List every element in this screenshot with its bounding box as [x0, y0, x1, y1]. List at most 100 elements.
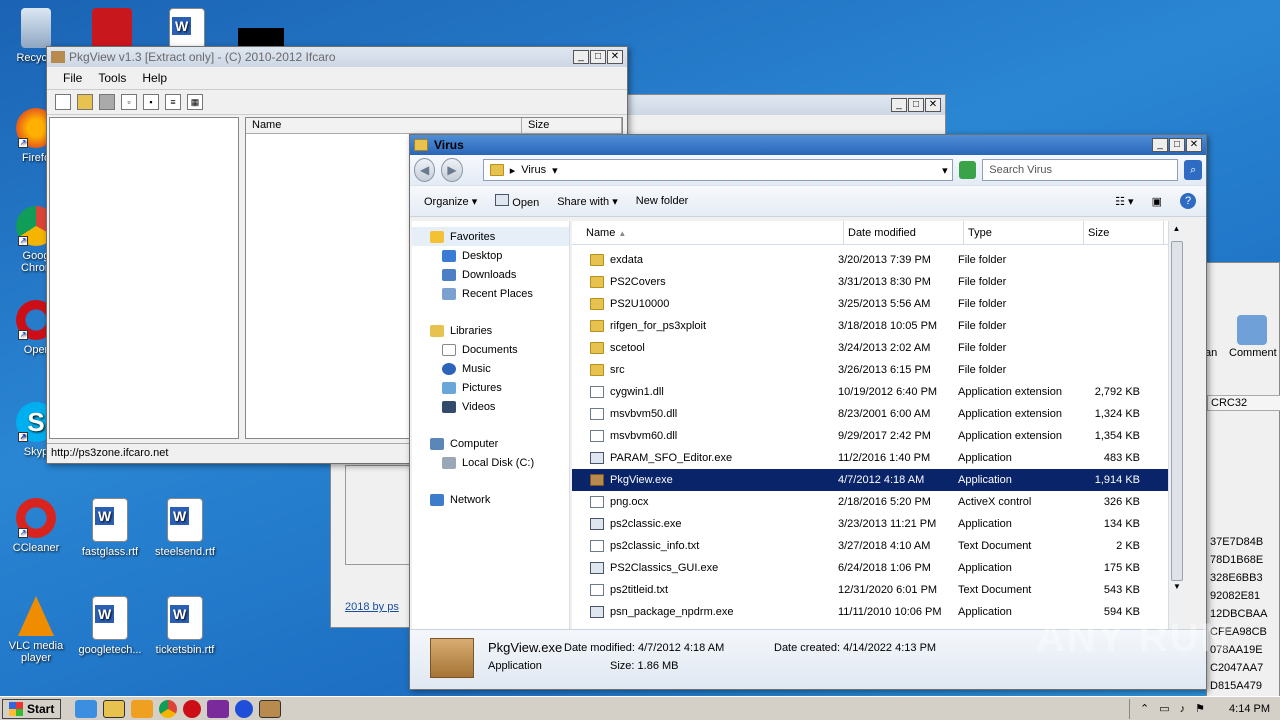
nav-desktop[interactable]: Desktop [412, 246, 569, 265]
share-with-button[interactable]: Share with ▾ [557, 195, 618, 208]
preview-pane-icon[interactable]: ▣ [1152, 195, 1162, 208]
vertical-scrollbar[interactable]: ▲ ▼ [1168, 221, 1184, 631]
minimize-button[interactable]: _ [573, 50, 589, 64]
package-icon [430, 638, 474, 678]
network-tray-icon[interactable]: ▭ [1159, 702, 1169, 715]
menu-tools[interactable]: Tools [90, 71, 134, 85]
new-folder-button[interactable]: New folder [636, 195, 689, 207]
blue-app-icon[interactable] [235, 699, 254, 718]
menu-help[interactable]: Help [134, 71, 175, 85]
chrome-taskbar-icon[interactable] [159, 699, 178, 718]
maximize-button[interactable]: □ [1169, 138, 1185, 152]
address-segment[interactable]: Virus [521, 164, 546, 176]
forward-button[interactable]: ▶ [441, 158, 463, 182]
file-row[interactable]: PS2Classics_GUI.exe 6/24/2018 1:06 PM Appl… [572, 557, 1184, 579]
organize-button[interactable]: Organize ▾ [424, 195, 477, 208]
address-bar[interactable]: ▸ Virus ▾ ▾ [482, 159, 953, 181]
file-row[interactable]: msvbvm60.dll 9/29/2017 2:42 PM Application… [572, 425, 1184, 447]
media-player-icon[interactable] [131, 699, 154, 718]
file-type: File folder [958, 276, 1007, 288]
nav-computer[interactable]: Computer [412, 434, 569, 453]
googletech-doc-icon[interactable]: googletech... [78, 596, 142, 656]
file-row[interactable]: ps2titleid.txt 12/31/2020 6:01 PM Text Doc… [572, 579, 1184, 601]
col-size[interactable]: Size [522, 118, 622, 133]
search-icon[interactable]: ⌕ [1184, 160, 1202, 180]
fastglass-doc-icon[interactable]: fastglass.rtf [78, 498, 142, 558]
column-size[interactable]: Size [1084, 221, 1164, 244]
file-row[interactable]: PS2Covers 3/31/2013 8:30 PM File folder [572, 271, 1184, 293]
address-dropdown-icon[interactable]: ▾ [942, 164, 948, 177]
close-button[interactable]: ✕ [607, 50, 623, 64]
help-icon[interactable]: ? [1180, 193, 1196, 209]
file-row[interactable]: ps2classic.exe 3/23/2013 11:21 PM Applicat… [572, 513, 1184, 535]
scroll-down-icon[interactable]: ▼ [1169, 579, 1184, 595]
column-name[interactable]: Name ▲ [572, 221, 844, 244]
refresh-icon[interactable] [958, 161, 977, 179]
file-row[interactable]: PS2U10000 3/25/2013 5:56 AM File folder [572, 293, 1184, 315]
explorer-window[interactable]: Virus _ □ ✕ ◀ ▶ ▸ Virus ▾ ▾ Search Virus… [409, 134, 1207, 690]
navigation-pane[interactable]: Favorites Desktop Downloads Recent Place… [412, 221, 570, 629]
file-row[interactable]: rifgen_for_ps3xploit 3/18/2018 10:05 PM Fi… [572, 315, 1184, 337]
clock[interactable]: 4:14 PM [1229, 703, 1270, 715]
list-view-icon[interactable]: ≡ [165, 94, 181, 110]
small-icons-icon[interactable]: ▪ [143, 94, 159, 110]
nav-pictures[interactable]: Pictures [412, 378, 569, 397]
nav-local-disk[interactable]: Local Disk (C:) [412, 453, 569, 472]
new-icon[interactable] [55, 94, 71, 110]
nav-music[interactable]: Music [412, 359, 569, 378]
large-icons-icon[interactable]: ▫ [121, 94, 137, 110]
volume-icon[interactable]: ♪ [1180, 703, 1186, 715]
file-row[interactable]: PARAM_SFO_Editor.exe 11/2/2016 1:40 PM App… [572, 447, 1184, 469]
col-name[interactable]: Name [246, 118, 522, 133]
menu-file[interactable]: File [55, 71, 90, 85]
file-row[interactable]: cygwin1.dll 10/19/2012 6:40 PM Application… [572, 381, 1184, 403]
nav-videos[interactable]: Videos [412, 397, 569, 416]
start-button[interactable]: Start [2, 698, 62, 719]
column-date-modified[interactable]: Date modified [844, 221, 964, 244]
file-row[interactable]: src 3/26/2013 6:15 PM File folder [572, 359, 1184, 381]
nav-network[interactable]: Network [412, 490, 569, 509]
scroll-thumb[interactable] [1171, 241, 1183, 581]
winrar-icon[interactable] [207, 699, 230, 718]
file-row[interactable]: png.ocx 2/18/2016 5:20 PM ActiveX control 3… [572, 491, 1184, 513]
nav-downloads[interactable]: Downloads [412, 265, 569, 284]
nav-favorites[interactable]: Favorites [412, 227, 569, 246]
steelsend-doc-icon[interactable]: steelsend.rtf [153, 498, 217, 558]
tray-expand-icon[interactable]: ⌃ [1140, 702, 1149, 715]
flag-icon[interactable]: ⚑ [1195, 702, 1205, 715]
nav-documents[interactable]: Documents [412, 340, 569, 359]
details-view-icon[interactable]: ▦ [187, 94, 203, 110]
search-input[interactable]: Search Virus [982, 159, 1179, 181]
file-list-area[interactable]: Name ▲ Date modified Type Size exdata 3/2… [572, 221, 1184, 631]
close-button[interactable]: ✕ [1186, 138, 1202, 152]
pkgview-taskbar-icon[interactable] [259, 699, 282, 718]
file-row[interactable]: ps2classic_info.txt 3/27/2018 4:10 AM Text… [572, 535, 1184, 557]
ccleaner-icon[interactable]: ↗ CCleaner [4, 498, 68, 554]
nav-libraries[interactable]: Libraries [412, 321, 569, 340]
ticketsbin-doc-icon[interactable]: ticketsbin.rtf [153, 596, 217, 656]
scroll-up-icon[interactable]: ▲ [1169, 221, 1184, 237]
pkgview-tree-pane[interactable] [49, 117, 239, 439]
maximize-button[interactable]: □ [590, 50, 606, 64]
file-row[interactable]: PkgView.exe 4/7/2012 4:18 AM Application 1,… [572, 469, 1170, 491]
minimize-button[interactable]: _ [1152, 138, 1168, 152]
open-folder-icon[interactable] [77, 94, 93, 110]
file-row[interactable]: exdata 3/20/2013 7:39 PM File folder [572, 249, 1184, 271]
maximize-button[interactable]: □ [908, 98, 924, 112]
column-type[interactable]: Type [964, 221, 1084, 244]
ie-icon[interactable] [75, 699, 98, 718]
open-button[interactable]: Open [495, 193, 539, 209]
file-row[interactable]: scetool 3/24/2013 2:02 AM File folder [572, 337, 1184, 359]
file-row[interactable]: msvbvm50.dll 8/23/2001 6:00 AM Application… [572, 403, 1184, 425]
save-icon[interactable] [99, 94, 115, 110]
footer-link[interactable]: 2018 by ps [345, 601, 399, 613]
minimize-button[interactable]: _ [891, 98, 907, 112]
opera-taskbar-icon[interactable] [183, 699, 202, 718]
vlc-icon[interactable]: VLC media player [4, 596, 68, 664]
nav-recent-places[interactable]: Recent Places [412, 284, 569, 303]
chevron-down-icon[interactable]: ▾ [552, 164, 558, 177]
back-button[interactable]: ◀ [414, 158, 436, 182]
explorer-taskbar-icon[interactable] [103, 699, 126, 718]
close-button[interactable]: ✕ [925, 98, 941, 112]
view-options-icon[interactable]: ☷ ▾ [1115, 195, 1133, 208]
